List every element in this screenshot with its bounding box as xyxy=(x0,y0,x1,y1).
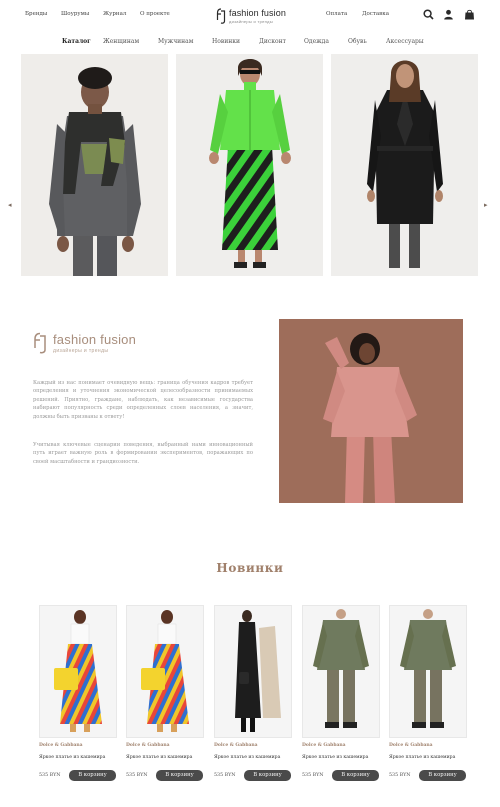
add-to-cart-button[interactable]: В корзину xyxy=(419,770,466,781)
product-card[interactable]: Dolce & Gabbana Яркое платье из кашемира… xyxy=(214,605,292,785)
category-shoes[interactable]: Обувь xyxy=(348,38,367,45)
product-brand: Dolce & Gabbana xyxy=(302,743,346,748)
about-photo xyxy=(279,319,463,503)
nav-link-payment[interactable]: Оплата xyxy=(326,11,347,17)
product-name[interactable]: Яркое платье из кашемира xyxy=(302,755,368,760)
nav-link-delivery[interactable]: Доставка xyxy=(362,11,389,17)
category-men[interactable]: Мужчинам xyxy=(158,38,193,45)
logo-name: fashion fusion xyxy=(229,8,286,18)
product-image[interactable] xyxy=(39,605,117,738)
olive-bomber-photo xyxy=(303,606,379,737)
product-price: 535 BYN xyxy=(214,773,236,778)
product-image[interactable] xyxy=(302,605,380,738)
top-bar: Бренды Шоурумы Журнал О проекте fashion … xyxy=(0,0,500,30)
nav-link-brands[interactable]: Бренды xyxy=(25,11,47,17)
product-name[interactable]: Яркое платье из кашемира xyxy=(214,755,280,760)
product-card[interactable]: Dolce & Gabbana Яркое платье из кашемира… xyxy=(389,605,467,785)
add-to-cart-button[interactable]: В корзину xyxy=(156,770,203,781)
about-logo: fashion fusion дизайнеры и тренды xyxy=(33,332,136,354)
site-logo[interactable]: fashion fusion дизайнеры и тренды xyxy=(216,8,286,24)
striped-skirt-photo xyxy=(40,606,116,737)
product-name[interactable]: Яркое платье из кашемира xyxy=(39,755,105,760)
search-icon[interactable] xyxy=(423,9,434,20)
carousel-slide[interactable] xyxy=(176,54,323,276)
man-scarf-photo xyxy=(21,54,168,276)
add-to-cart-button[interactable]: В корзину xyxy=(332,770,379,781)
product-price: 535 BYN xyxy=(302,773,324,778)
user-icon[interactable] xyxy=(443,9,454,20)
category-catalog[interactable]: Каталог xyxy=(62,38,91,45)
about-paragraph-1: Каждый из нас понимает очевидную вещь: г… xyxy=(33,380,253,420)
logo-tagline: дизайнеры и тренды xyxy=(229,19,273,24)
product-price: 535 BYN xyxy=(126,773,148,778)
product-price: 535 BYN xyxy=(39,773,61,778)
product-price: 535 BYN xyxy=(389,773,411,778)
about-logo-tagline: дизайнеры и тренды xyxy=(53,348,109,354)
category-clothing[interactable]: Одежда xyxy=(304,38,329,45)
black-dress-photo xyxy=(215,606,291,737)
product-brand: Dolce & Gabbana xyxy=(389,743,433,748)
about-paragraph-2: Учитывая ключевые сценарии поведения, вы… xyxy=(33,442,253,465)
product-name[interactable]: Яркое платье из кашемира xyxy=(389,755,455,760)
product-image[interactable] xyxy=(389,605,467,738)
product-brand: Dolce & Gabbana xyxy=(126,743,170,748)
olive-bomber-photo xyxy=(390,606,466,737)
category-discount[interactable]: Дисконт xyxy=(259,38,286,45)
nav-link-journal[interactable]: Журнал xyxy=(103,11,126,17)
category-accessories[interactable]: Аксессуары xyxy=(386,38,424,45)
woman-green-jacket-photo xyxy=(176,54,323,276)
add-to-cart-button[interactable]: В корзину xyxy=(244,770,291,781)
add-to-cart-button[interactable]: В корзину xyxy=(69,770,116,781)
product-brand: Dolce & Gabbana xyxy=(214,743,258,748)
product-image[interactable] xyxy=(214,605,292,738)
product-card[interactable]: Dolce & Gabbana Яркое платье из кашемира… xyxy=(126,605,204,785)
logo-mark-icon xyxy=(216,8,226,24)
bag-icon[interactable] xyxy=(464,9,475,20)
carousel-next-icon[interactable]: ▸ xyxy=(484,201,488,209)
category-new[interactable]: Новинки xyxy=(212,38,240,45)
nav-link-about[interactable]: О проекте xyxy=(140,11,170,17)
carousel-prev-icon[interactable]: ◂ xyxy=(8,201,12,209)
category-nav: Каталог Женщинам Мужчинам Новинки Дискон… xyxy=(0,36,500,50)
about-logo-name: fashion fusion xyxy=(53,332,137,347)
carousel-slide[interactable] xyxy=(331,54,478,276)
product-image[interactable] xyxy=(126,605,204,738)
new-arrivals-title: Новинки xyxy=(216,561,284,575)
striped-skirt-photo xyxy=(127,606,203,737)
woman-pink-outfit-photo xyxy=(279,319,463,503)
nav-link-showrooms[interactable]: Шоурумы xyxy=(61,11,89,17)
product-name[interactable]: Яркое платье из кашемира xyxy=(126,755,192,760)
product-card[interactable]: Dolce & Gabbana Яркое платье из кашемира… xyxy=(302,605,380,785)
woman-black-coat-photo xyxy=(331,54,478,276)
category-women[interactable]: Женщинам xyxy=(103,38,139,45)
product-card[interactable]: Dolce & Gabbana Яркое платье из кашемира… xyxy=(39,605,117,785)
hero-carousel: ◂ ▸ xyxy=(0,54,500,276)
logo-mark-icon xyxy=(34,332,46,354)
carousel-slide[interactable] xyxy=(21,54,168,276)
product-brand: Dolce & Gabbana xyxy=(39,743,83,748)
